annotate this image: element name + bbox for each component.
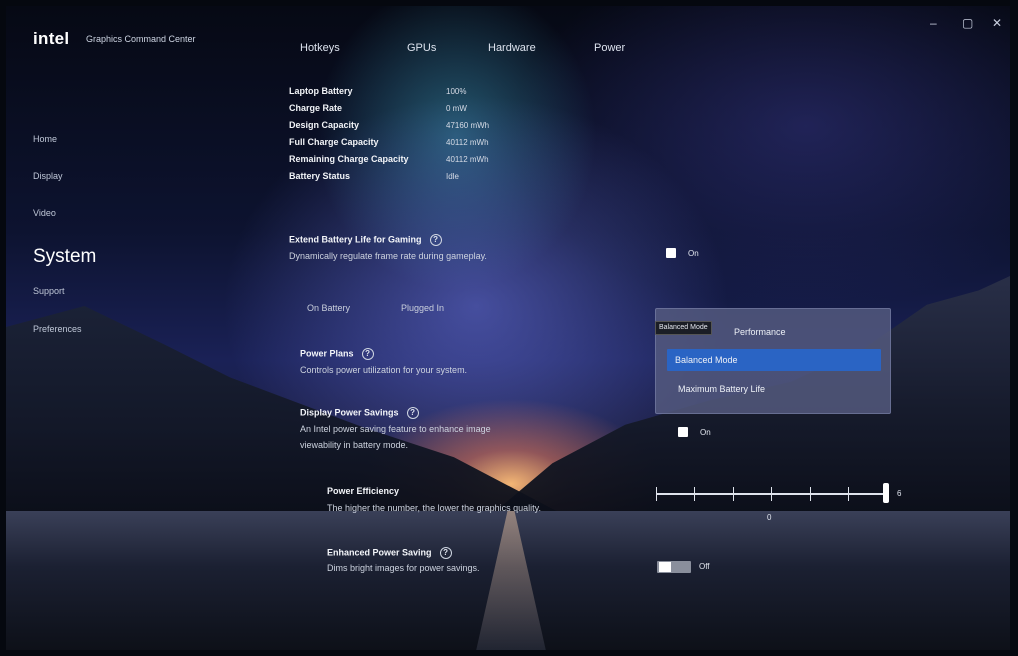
enhanced-power-saving-toggle[interactable]: [657, 561, 691, 573]
extend-battery-checkbox-label: On: [688, 249, 699, 258]
sidebar-item-video[interactable]: Video: [33, 208, 56, 218]
tab-on-battery[interactable]: On Battery: [307, 303, 350, 313]
tab-gpus[interactable]: GPUs: [407, 42, 436, 54]
sidebar-item-home[interactable]: Home: [33, 134, 57, 144]
minimize-icon[interactable]: –: [930, 16, 937, 30]
display-power-savings-checkbox[interactable]: [678, 427, 688, 437]
slider-tick: [733, 487, 734, 501]
remaining-charge-label: Remaining Charge Capacity: [289, 154, 409, 164]
slider-max-label: 6: [897, 489, 902, 498]
power-plans-description: Controls power utilization for your syst…: [300, 365, 468, 375]
app-title: Graphics Command Center: [86, 34, 196, 44]
tab-plugged-in[interactable]: Plugged In: [401, 303, 444, 313]
help-icon[interactable]: ?: [429, 234, 442, 246]
display-power-savings-description-1: An Intel power saving feature to enhance…: [300, 424, 491, 434]
power-efficiency-description: The higher the number, the lower the gra…: [327, 503, 541, 513]
enhanced-power-saving-description: Dims bright images for power savings.: [327, 563, 480, 573]
display-power-savings-description-2: viewability in battery mode.: [300, 440, 409, 450]
intel-logo: intel: [33, 29, 70, 48]
option-balanced-mode[interactable]: Balanced Mode: [667, 349, 881, 371]
enhanced-power-saving-title-text: Enhanced Power Saving: [327, 547, 432, 558]
power-plans-title: Power Plans?: [300, 348, 374, 360]
sidebar-item-preferences[interactable]: Preferences: [33, 324, 82, 334]
slider-tick: [771, 487, 772, 501]
extend-battery-title: Extend Battery Life for Gaming?: [289, 234, 442, 246]
tab-hardware[interactable]: Hardware: [488, 42, 536, 54]
power-plans-title-text: Power Plans: [300, 348, 354, 359]
sidebar-item-system[interactable]: System: [33, 246, 96, 268]
help-icon[interactable]: ?: [439, 547, 452, 559]
battery-status-label: Battery Status: [289, 171, 351, 181]
slider-tick: [694, 487, 695, 501]
slider-min-label: 0: [767, 513, 772, 522]
battery-label: Laptop Battery: [289, 86, 353, 96]
enhanced-power-saving-title: Enhanced Power Saving?: [327, 547, 452, 559]
full-charge-capacity-value: 40112 mWh: [446, 138, 489, 147]
display-power-savings-title: Display Power Savings?: [300, 407, 419, 419]
selected-plan-tooltip: Balanced Mode: [655, 321, 712, 335]
power-efficiency-slider-track[interactable]: [656, 493, 888, 495]
design-capacity-label: Design Capacity: [289, 120, 360, 130]
extend-battery-checkbox[interactable]: [666, 248, 676, 258]
charge-rate-label: Charge Rate: [289, 103, 343, 113]
help-icon[interactable]: ?: [361, 348, 374, 360]
display-power-savings-title-text: Display Power Savings: [300, 407, 399, 418]
slider-tick: [810, 487, 811, 501]
tab-hotkeys[interactable]: Hotkeys: [300, 42, 340, 54]
display-power-savings-checkbox-label: On: [700, 428, 711, 437]
power-efficiency-title: Power Efficiency: [327, 486, 400, 496]
maximize-icon[interactable]: ▢: [962, 16, 973, 30]
slider-tick: [656, 487, 657, 501]
design-capacity-value: 47160 mWh: [446, 121, 490, 130]
full-charge-capacity-label: Full Charge Capacity: [289, 137, 379, 147]
slider-tick: [848, 487, 849, 501]
close-icon[interactable]: ✕: [992, 16, 1002, 30]
toggle-knob: [659, 562, 671, 572]
extend-battery-description: Dynamically regulate frame rate during g…: [289, 251, 487, 261]
option-maximum-battery-life[interactable]: Maximum Battery Life: [678, 384, 765, 394]
charge-rate-value: 0 mW: [446, 104, 467, 113]
sidebar-item-display[interactable]: Display: [33, 171, 63, 181]
extend-battery-title-text: Extend Battery Life for Gaming: [289, 234, 422, 245]
power-efficiency-slider-thumb[interactable]: [883, 483, 889, 503]
sidebar-item-support[interactable]: Support: [33, 286, 65, 296]
enhanced-power-saving-toggle-label: Off: [699, 562, 710, 571]
battery-status-value: Idle: [446, 172, 459, 181]
remaining-charge-value: 40112 mWh: [446, 155, 489, 164]
app-window: intel Graphics Command Center Hotkeys GP…: [6, 6, 1010, 650]
battery-value: 100%: [446, 87, 467, 96]
option-performance[interactable]: Performance: [734, 327, 786, 337]
help-icon[interactable]: ?: [406, 407, 419, 419]
background-mountain-left: [6, 306, 566, 516]
tab-power[interactable]: Power: [594, 42, 625, 54]
